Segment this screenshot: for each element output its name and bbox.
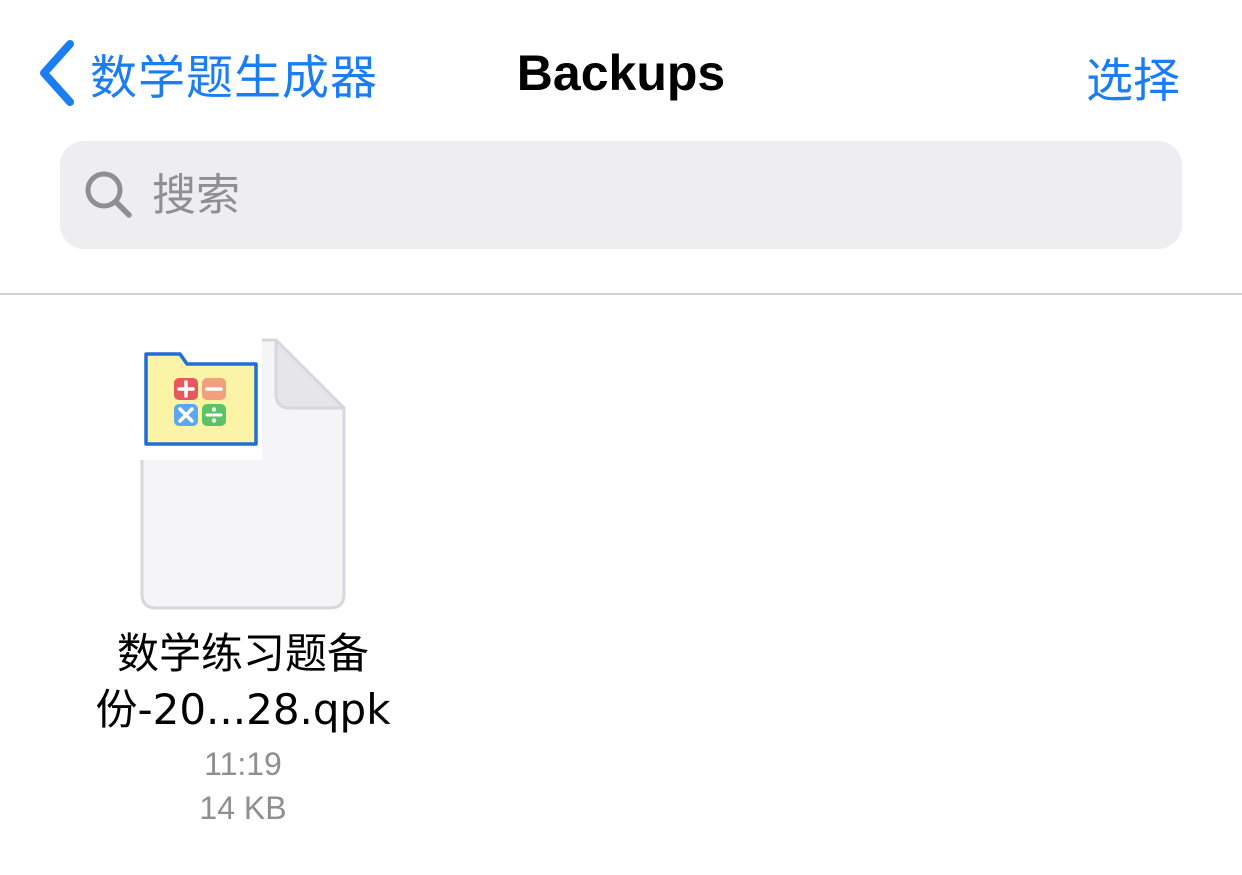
chevron-left-icon: [40, 40, 74, 106]
file-item[interactable]: 数学练习题备 份-20...28.qpk 11:19 14 KB: [84, 338, 402, 830]
search-input[interactable]: [152, 169, 1052, 221]
divider: [0, 293, 1242, 295]
select-button[interactable]: 选择: [1086, 42, 1180, 111]
file-name: 数学练习题备 份-20...28.qpk: [84, 626, 402, 738]
back-button[interactable]: 数学题生成器: [36, 40, 378, 106]
file-size: 14 KB: [199, 790, 287, 826]
math-folder-icon: [140, 338, 262, 460]
file-name-line-2: 份-20...28.qpk: [95, 685, 391, 734]
file-thumbnail: [140, 338, 346, 610]
file-modified-time: 11:19: [204, 746, 282, 782]
magnifier-icon: [85, 171, 132, 218]
search-bar[interactable]: [60, 141, 1182, 249]
back-button-label: 数学题生成器: [90, 50, 378, 106]
navigation-bar: 数学题生成器 Backups 选择: [0, 0, 1242, 140]
files-screen: 数学题生成器 Backups 选择 搜索 数学练习题备 份-20...28.qp…: [0, 0, 1242, 875]
file-name-line-1: 数学练习题备: [116, 629, 369, 678]
